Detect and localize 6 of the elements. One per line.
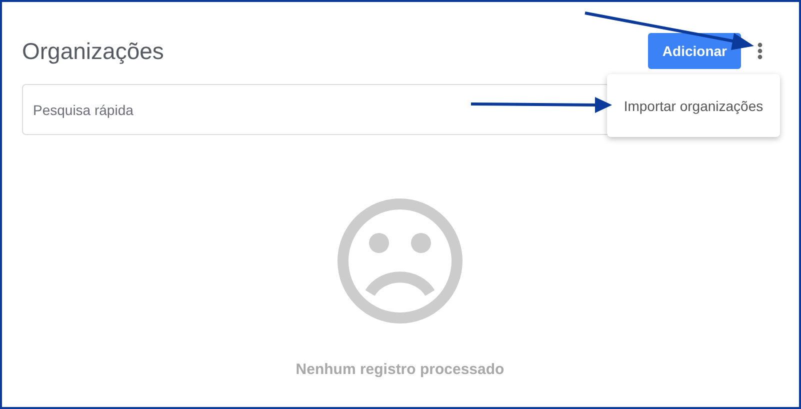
menu-item[interactable]: Importar organizações (624, 98, 764, 114)
page-title: Organizações (22, 38, 164, 64)
empty-message: Nenhum registro processado (296, 361, 504, 378)
sad-face-icon (336, 197, 464, 325)
add-button[interactable]: Adicionar (648, 33, 741, 69)
more-options-icon[interactable] (757, 42, 763, 60)
